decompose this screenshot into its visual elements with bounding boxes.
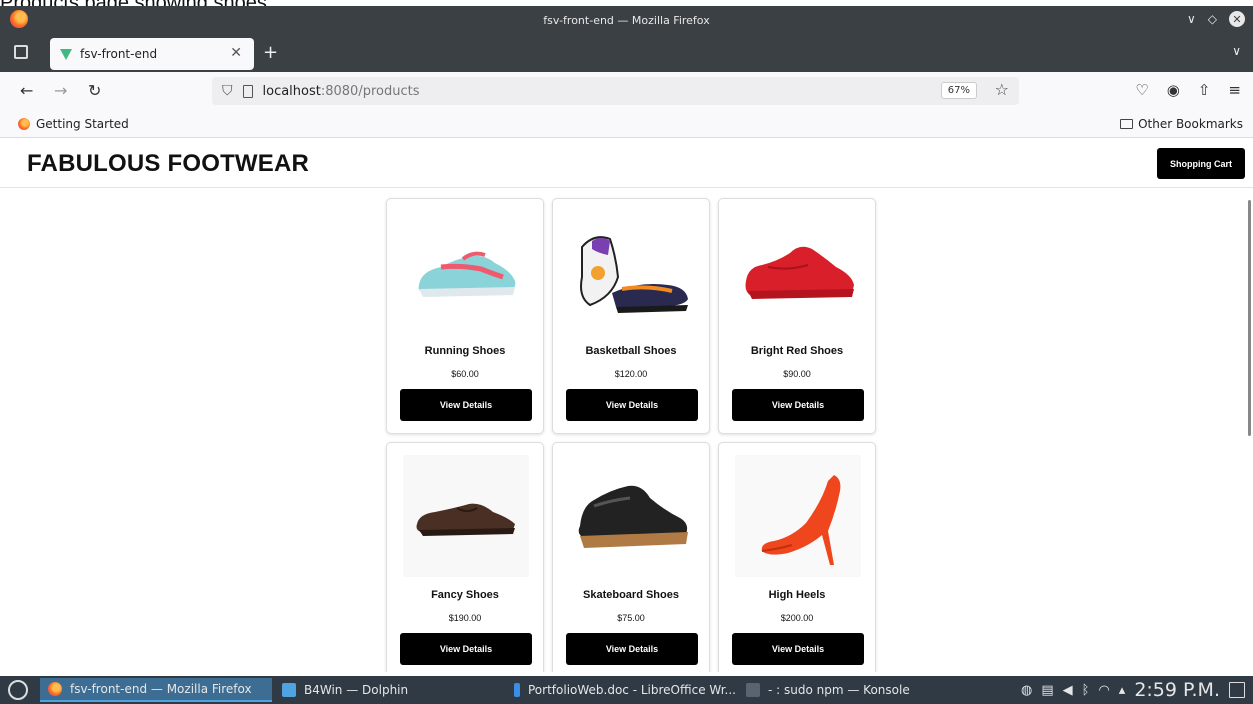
product-card: Skateboard Shoes $75.00 View Details [552, 442, 710, 672]
task-dolphin[interactable]: B4Win — Dolphin [274, 678, 504, 702]
tab-fsv-front-end[interactable]: fsv-front-end ✕ [50, 38, 254, 70]
shopping-cart-button[interactable]: Shopping Cart [1157, 148, 1245, 179]
address-bar[interactable]: ⛉ localhost:8080/products 67% ☆ [212, 77, 1019, 105]
vue-favicon-icon [60, 48, 72, 60]
product-price: $75.00 [617, 613, 645, 623]
minimize-icon[interactable]: ∨ [1187, 12, 1196, 26]
product-name: High Heels [768, 589, 826, 601]
folder-icon [1120, 119, 1134, 129]
product-price: $190.00 [448, 613, 482, 623]
menu-icon[interactable]: ≡ [1228, 81, 1241, 99]
task-konsole[interactable]: - : sudo npm — Konsole [738, 678, 960, 702]
task-label: PortfolioWeb.doc - LibreOffice Wr... [528, 683, 736, 697]
bookmark-star-icon[interactable]: ☆ [995, 80, 1009, 99]
product-name: Running Shoes [424, 345, 506, 357]
product-card: High Heels $200.00 View Details [718, 442, 876, 672]
running-shoe-image[interactable] [403, 211, 529, 333]
product-card: Fancy Shoes $190.00 View Details [386, 442, 544, 672]
product-card: Running Shoes $60.00 View Details [386, 198, 544, 434]
oxford-shoe-image[interactable] [403, 455, 529, 577]
task-label: - : sudo npm — Konsole [768, 683, 910, 697]
bookmark-getting-started[interactable]: Getting Started [18, 117, 129, 131]
zoom-level-badge[interactable]: 67% [940, 82, 977, 99]
volume-icon[interactable]: ◀ [1063, 683, 1073, 698]
task-label: B4Win — Dolphin [304, 683, 409, 697]
firefox-task-icon [48, 682, 62, 696]
other-bookmarks-label: Other Bookmarks [1138, 117, 1243, 131]
firefox-logo-icon [10, 10, 28, 28]
task-libreoffice[interactable]: PortfolioWeb.doc - LibreOffice Wr... [506, 678, 736, 702]
tracking-shield-icon[interactable]: ⛉ [222, 83, 233, 99]
navigation-toolbar: ← → ↻ ⛉ localhost:8080/products 67% ☆ ♡ … [0, 72, 1253, 110]
pocket-icon[interactable]: ♡ [1135, 81, 1148, 99]
view-details-button[interactable]: View Details [566, 633, 698, 665]
close-tab-icon[interactable]: ✕ [230, 45, 242, 61]
product-price: $120.00 [614, 369, 648, 379]
product-card: Basketball Shoes $120.00 View Details [552, 198, 710, 434]
forward-icon[interactable]: → [54, 81, 67, 100]
task-label: fsv-front-end — Mozilla Firefox [70, 682, 252, 696]
writer-task-icon [514, 683, 520, 697]
view-details-button[interactable]: View Details [732, 633, 864, 665]
view-details-button[interactable]: View Details [566, 389, 698, 421]
red-shoe-image[interactable] [735, 211, 861, 333]
network-manager-icon[interactable]: ◍ [1021, 683, 1032, 698]
clock[interactable]: 2:59 P.M. [1134, 679, 1220, 701]
task-firefox[interactable]: fsv-front-end — Mozilla Firefox [40, 678, 272, 702]
url-host: localhost [262, 83, 321, 99]
view-details-button[interactable]: View Details [400, 389, 532, 421]
product-name: Fancy Shoes [431, 589, 499, 601]
new-tab-icon[interactable]: + [263, 42, 278, 63]
taskbar: fsv-front-end — Mozilla Firefox B4Win — … [0, 676, 1253, 704]
account-icon[interactable]: ◉ [1167, 81, 1180, 99]
extensions-icon[interactable]: ⇧ [1198, 81, 1211, 99]
list-all-tabs-icon[interactable]: ∨ [1232, 44, 1241, 58]
skate-shoe-image[interactable] [569, 455, 695, 577]
tab-label: fsv-front-end [80, 47, 158, 61]
product-price: $90.00 [783, 369, 811, 379]
high-heel-image[interactable] [735, 455, 861, 577]
window-title: fsv-front-end — Mozilla Firefox [543, 13, 710, 27]
app-launcher-icon[interactable] [8, 680, 28, 700]
product-name: Basketball Shoes [585, 345, 677, 357]
page-content: FABULOUS FOOTWEAR Shopping Cart Running … [0, 138, 1253, 672]
product-name: Skateboard Shoes [583, 589, 679, 601]
window-titlebar: fsv-front-end — Mozilla Firefox ∨ ◇ ✕ [0, 6, 1253, 34]
system-tray: ◍ ▤ ◀ ᛒ ◠ ▴ 2:59 P.M. [1021, 679, 1245, 701]
back-icon[interactable]: ← [20, 81, 33, 100]
bookmarks-toolbar: Getting Started Other Bookmarks [0, 110, 1253, 138]
site-title: FABULOUS FOOTWEAR [27, 150, 310, 177]
bluetooth-icon[interactable]: ᛒ [1082, 683, 1090, 698]
other-bookmarks[interactable]: Other Bookmarks [1120, 117, 1243, 131]
view-details-button[interactable]: View Details [400, 633, 532, 665]
product-name: Bright Red Shoes [750, 345, 844, 357]
page-info-icon[interactable] [242, 84, 253, 98]
window-controls: ∨ ◇ ✕ [1187, 11, 1245, 27]
product-price: $60.00 [451, 369, 479, 379]
firefox-bookmark-icon [18, 118, 30, 130]
clipboard-icon[interactable]: ▤ [1041, 683, 1053, 698]
show-desktop-icon[interactable] [1229, 682, 1245, 698]
product-price: $200.00 [780, 613, 814, 623]
close-window-icon[interactable]: ✕ [1229, 11, 1245, 27]
site-header: FABULOUS FOOTWEAR Shopping Cart [0, 138, 1253, 188]
tray-expand-icon[interactable]: ▴ [1119, 683, 1126, 698]
url-path: :8080/products [320, 83, 420, 99]
tab-list-icon[interactable] [14, 45, 28, 59]
bookmark-label: Getting Started [36, 117, 129, 131]
wifi-icon[interactable]: ◠ [1098, 683, 1109, 698]
folder-task-icon [282, 683, 296, 697]
reload-icon[interactable]: ↻ [88, 81, 101, 100]
toolbar-right-icons: ♡ ◉ ⇧ ≡ [1135, 81, 1241, 99]
tab-bar: fsv-front-end ✕ + ∨ [0, 34, 1253, 72]
basketball-shoe-image[interactable] [569, 211, 695, 333]
view-details-button[interactable]: View Details [732, 389, 864, 421]
product-card: Bright Red Shoes $90.00 View Details [718, 198, 876, 434]
maximize-icon[interactable]: ◇ [1208, 12, 1217, 26]
terminal-task-icon [746, 683, 760, 697]
page-scrollbar[interactable] [1248, 200, 1251, 436]
